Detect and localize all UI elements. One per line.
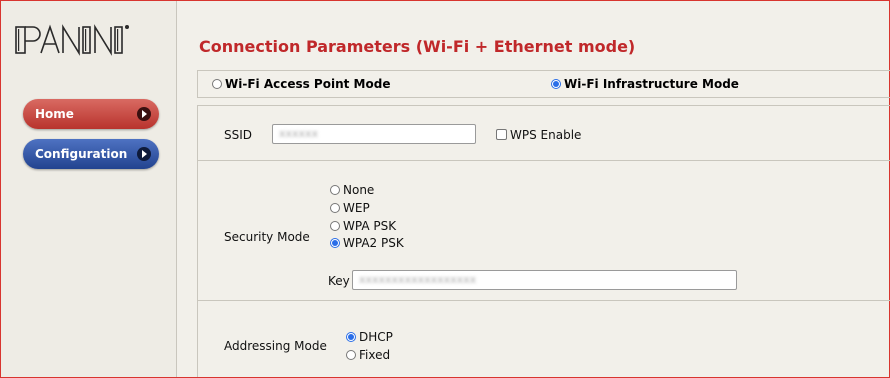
security-wpa-psk-label: WPA PSK [343, 219, 397, 233]
security-mode-label: Security Mode [224, 230, 310, 244]
ssid-label: SSID [224, 128, 253, 142]
ssid-value: xxxxxx [279, 127, 319, 140]
addressing-fixed-option[interactable]: Fixed [346, 348, 390, 362]
page-title: Connection Parameters (Wi-Fi + Ethernet … [199, 37, 636, 56]
addressing-dhcp-option[interactable]: DHCP [346, 330, 393, 344]
security-wep-option[interactable]: WEP [330, 201, 370, 215]
key-input[interactable]: xxxxxxxxxxxxxxxxxx [352, 270, 737, 290]
sidebar: Home Configuration [1, 1, 177, 377]
key-label: Key [328, 274, 350, 288]
wifi-access-point-option[interactable]: Wi-Fi Access Point Mode [212, 77, 390, 91]
arrow-right-icon [137, 107, 151, 121]
nav-configuration-button[interactable]: Configuration [23, 139, 159, 169]
security-section: Security Mode None WEP WPA PSK WPA2 PSK … [197, 160, 890, 301]
wifi-infrastructure-label: Wi-Fi Infrastructure Mode [564, 77, 739, 91]
security-wep-label: WEP [343, 201, 370, 215]
security-wpa2-psk-option[interactable]: WPA2 PSK [330, 236, 404, 250]
wifi-infrastructure-radio[interactable] [551, 79, 561, 89]
main-content: Connection Parameters (Wi-Fi + Ethernet … [177, 1, 890, 377]
page-frame: Home Configuration Connection Parameters… [0, 0, 890, 378]
addressing-fixed-radio[interactable] [346, 350, 356, 360]
security-wpa2-psk-radio[interactable] [330, 238, 340, 248]
arrow-right-icon [137, 147, 151, 161]
wifi-infrastructure-option[interactable]: Wi-Fi Infrastructure Mode [551, 77, 739, 91]
panini-logo [15, 24, 129, 56]
security-none-option[interactable]: None [330, 183, 374, 197]
wifi-mode-bar: Wi-Fi Access Point Mode Wi-Fi Infrastruc… [197, 70, 890, 98]
nav-configuration-label: Configuration [35, 147, 128, 161]
security-none-radio[interactable] [330, 185, 340, 195]
security-none-label: None [343, 183, 375, 197]
nav-home-label: Home [35, 107, 74, 121]
nav-home-button[interactable]: Home [23, 99, 159, 129]
security-wpa-psk-option[interactable]: WPA PSK [330, 219, 396, 233]
wps-enable-option[interactable]: WPS Enable [496, 128, 581, 142]
ssid-section: SSID xxxxxx WPS Enable [197, 105, 890, 161]
addressing-dhcp-radio[interactable] [346, 332, 356, 342]
addressing-fixed-label: Fixed [359, 348, 391, 362]
wps-enable-checkbox[interactable] [496, 129, 507, 140]
security-wep-radio[interactable] [330, 203, 340, 213]
security-wpa-psk-radio[interactable] [330, 221, 340, 231]
addressing-section: Addressing Mode DHCP Fixed [197, 301, 890, 377]
wps-enable-label: WPS Enable [510, 128, 582, 142]
security-wpa2-psk-label: WPA2 PSK [343, 236, 404, 250]
key-value: xxxxxxxxxxxxxxxxxx [359, 273, 477, 286]
wifi-access-point-label: Wi-Fi Access Point Mode [225, 77, 391, 91]
wifi-access-point-radio[interactable] [212, 79, 222, 89]
addressing-mode-label: Addressing Mode [224, 339, 327, 353]
addressing-dhcp-label: DHCP [359, 330, 393, 344]
ssid-input[interactable]: xxxxxx [272, 124, 476, 144]
